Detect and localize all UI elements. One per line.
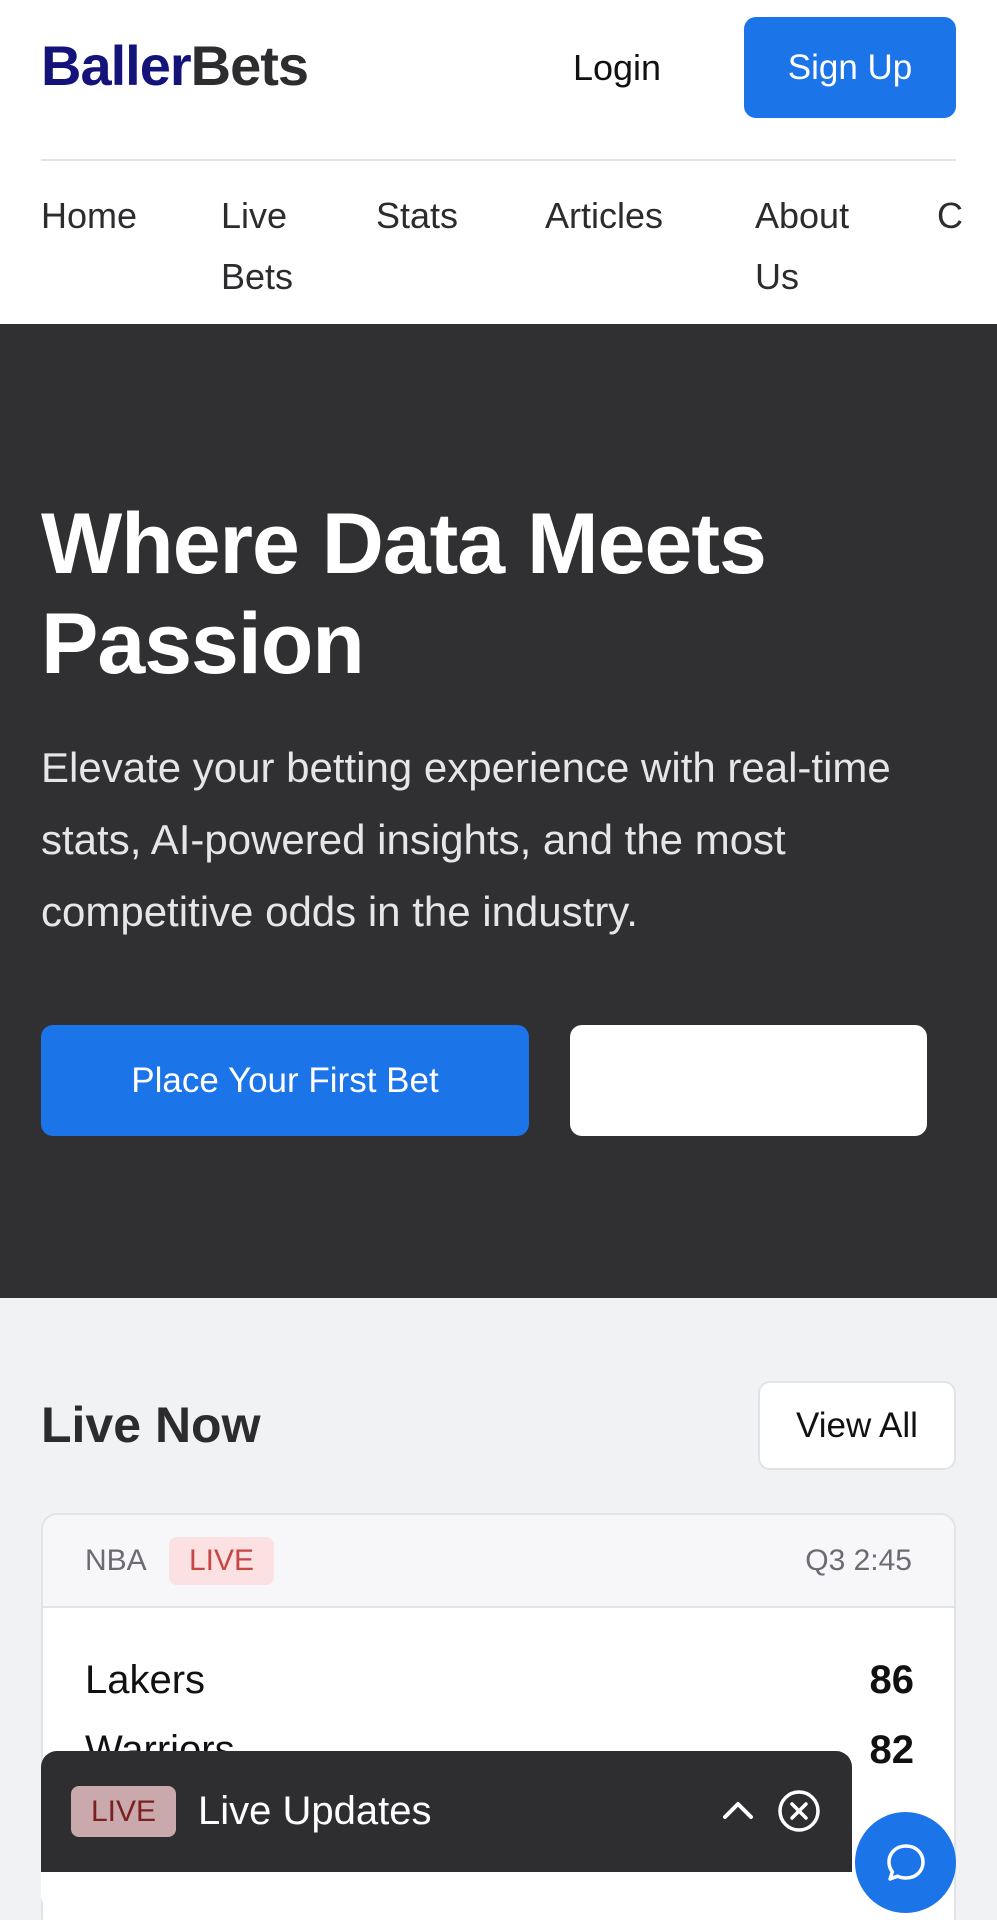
league-label: NBA	[85, 1544, 147, 1577]
hero-title: Where Data Meets Passion	[41, 496, 767, 692]
nav-item-contact[interactable]: C	[937, 185, 997, 246]
nav-item-about-us[interactable]: About Us	[755, 185, 875, 307]
logo[interactable]: BallerBets	[41, 32, 309, 100]
chevron-up-icon[interactable]	[716, 1789, 760, 1833]
nav-item-stats[interactable]: Stats	[376, 185, 496, 246]
header-divider	[41, 159, 956, 161]
nav-item-home[interactable]: Home	[41, 185, 171, 246]
nav-item-articles[interactable]: Articles	[545, 185, 715, 246]
site-header: BallerBets Login Sign Up Home Live Bets …	[0, 0, 997, 324]
chat-button[interactable]	[855, 1812, 956, 1913]
game-clock: Q3 2:45	[805, 1544, 912, 1577]
team-row: Lakers 86	[85, 1650, 914, 1710]
live-updates-badge: LIVE	[71, 1786, 177, 1837]
live-updates-title: Live Updates	[198, 1789, 432, 1833]
login-link[interactable]: Login	[560, 40, 674, 96]
live-now-heading: Live Now	[41, 1397, 261, 1453]
hero-subtitle: Elevate your betting experience with rea…	[41, 744, 891, 935]
live-updates-panel[interactable]: LIVE Live Updates	[41, 1751, 852, 1911]
view-all-button[interactable]: View All	[758, 1381, 956, 1470]
secondary-cta-button[interactable]	[570, 1025, 927, 1136]
place-first-bet-button[interactable]: Place Your First Bet	[41, 1025, 529, 1136]
hero-section: Where Data Meets Passion Elevate your be…	[0, 324, 997, 1298]
team-name: Lakers	[85, 1658, 206, 1702]
close-circle-icon[interactable]	[775, 1787, 823, 1835]
signup-button[interactable]: Sign Up	[744, 17, 956, 118]
logo-part-baller: Baller	[41, 34, 192, 97]
logo-part-bets: Bets	[190, 34, 309, 97]
team-score: 82	[869, 1728, 915, 1772]
live-updates-bar[interactable]: LIVE Live Updates	[41, 1751, 852, 1872]
nav-item-live-bets[interactable]: Live Bets	[221, 185, 341, 307]
game-card-header: NBA LIVE Q3 2:45	[43, 1515, 954, 1608]
chat-bubble-icon	[887, 1844, 925, 1881]
team-score: 86	[869, 1658, 915, 1702]
live-badge: LIVE	[169, 1537, 275, 1585]
